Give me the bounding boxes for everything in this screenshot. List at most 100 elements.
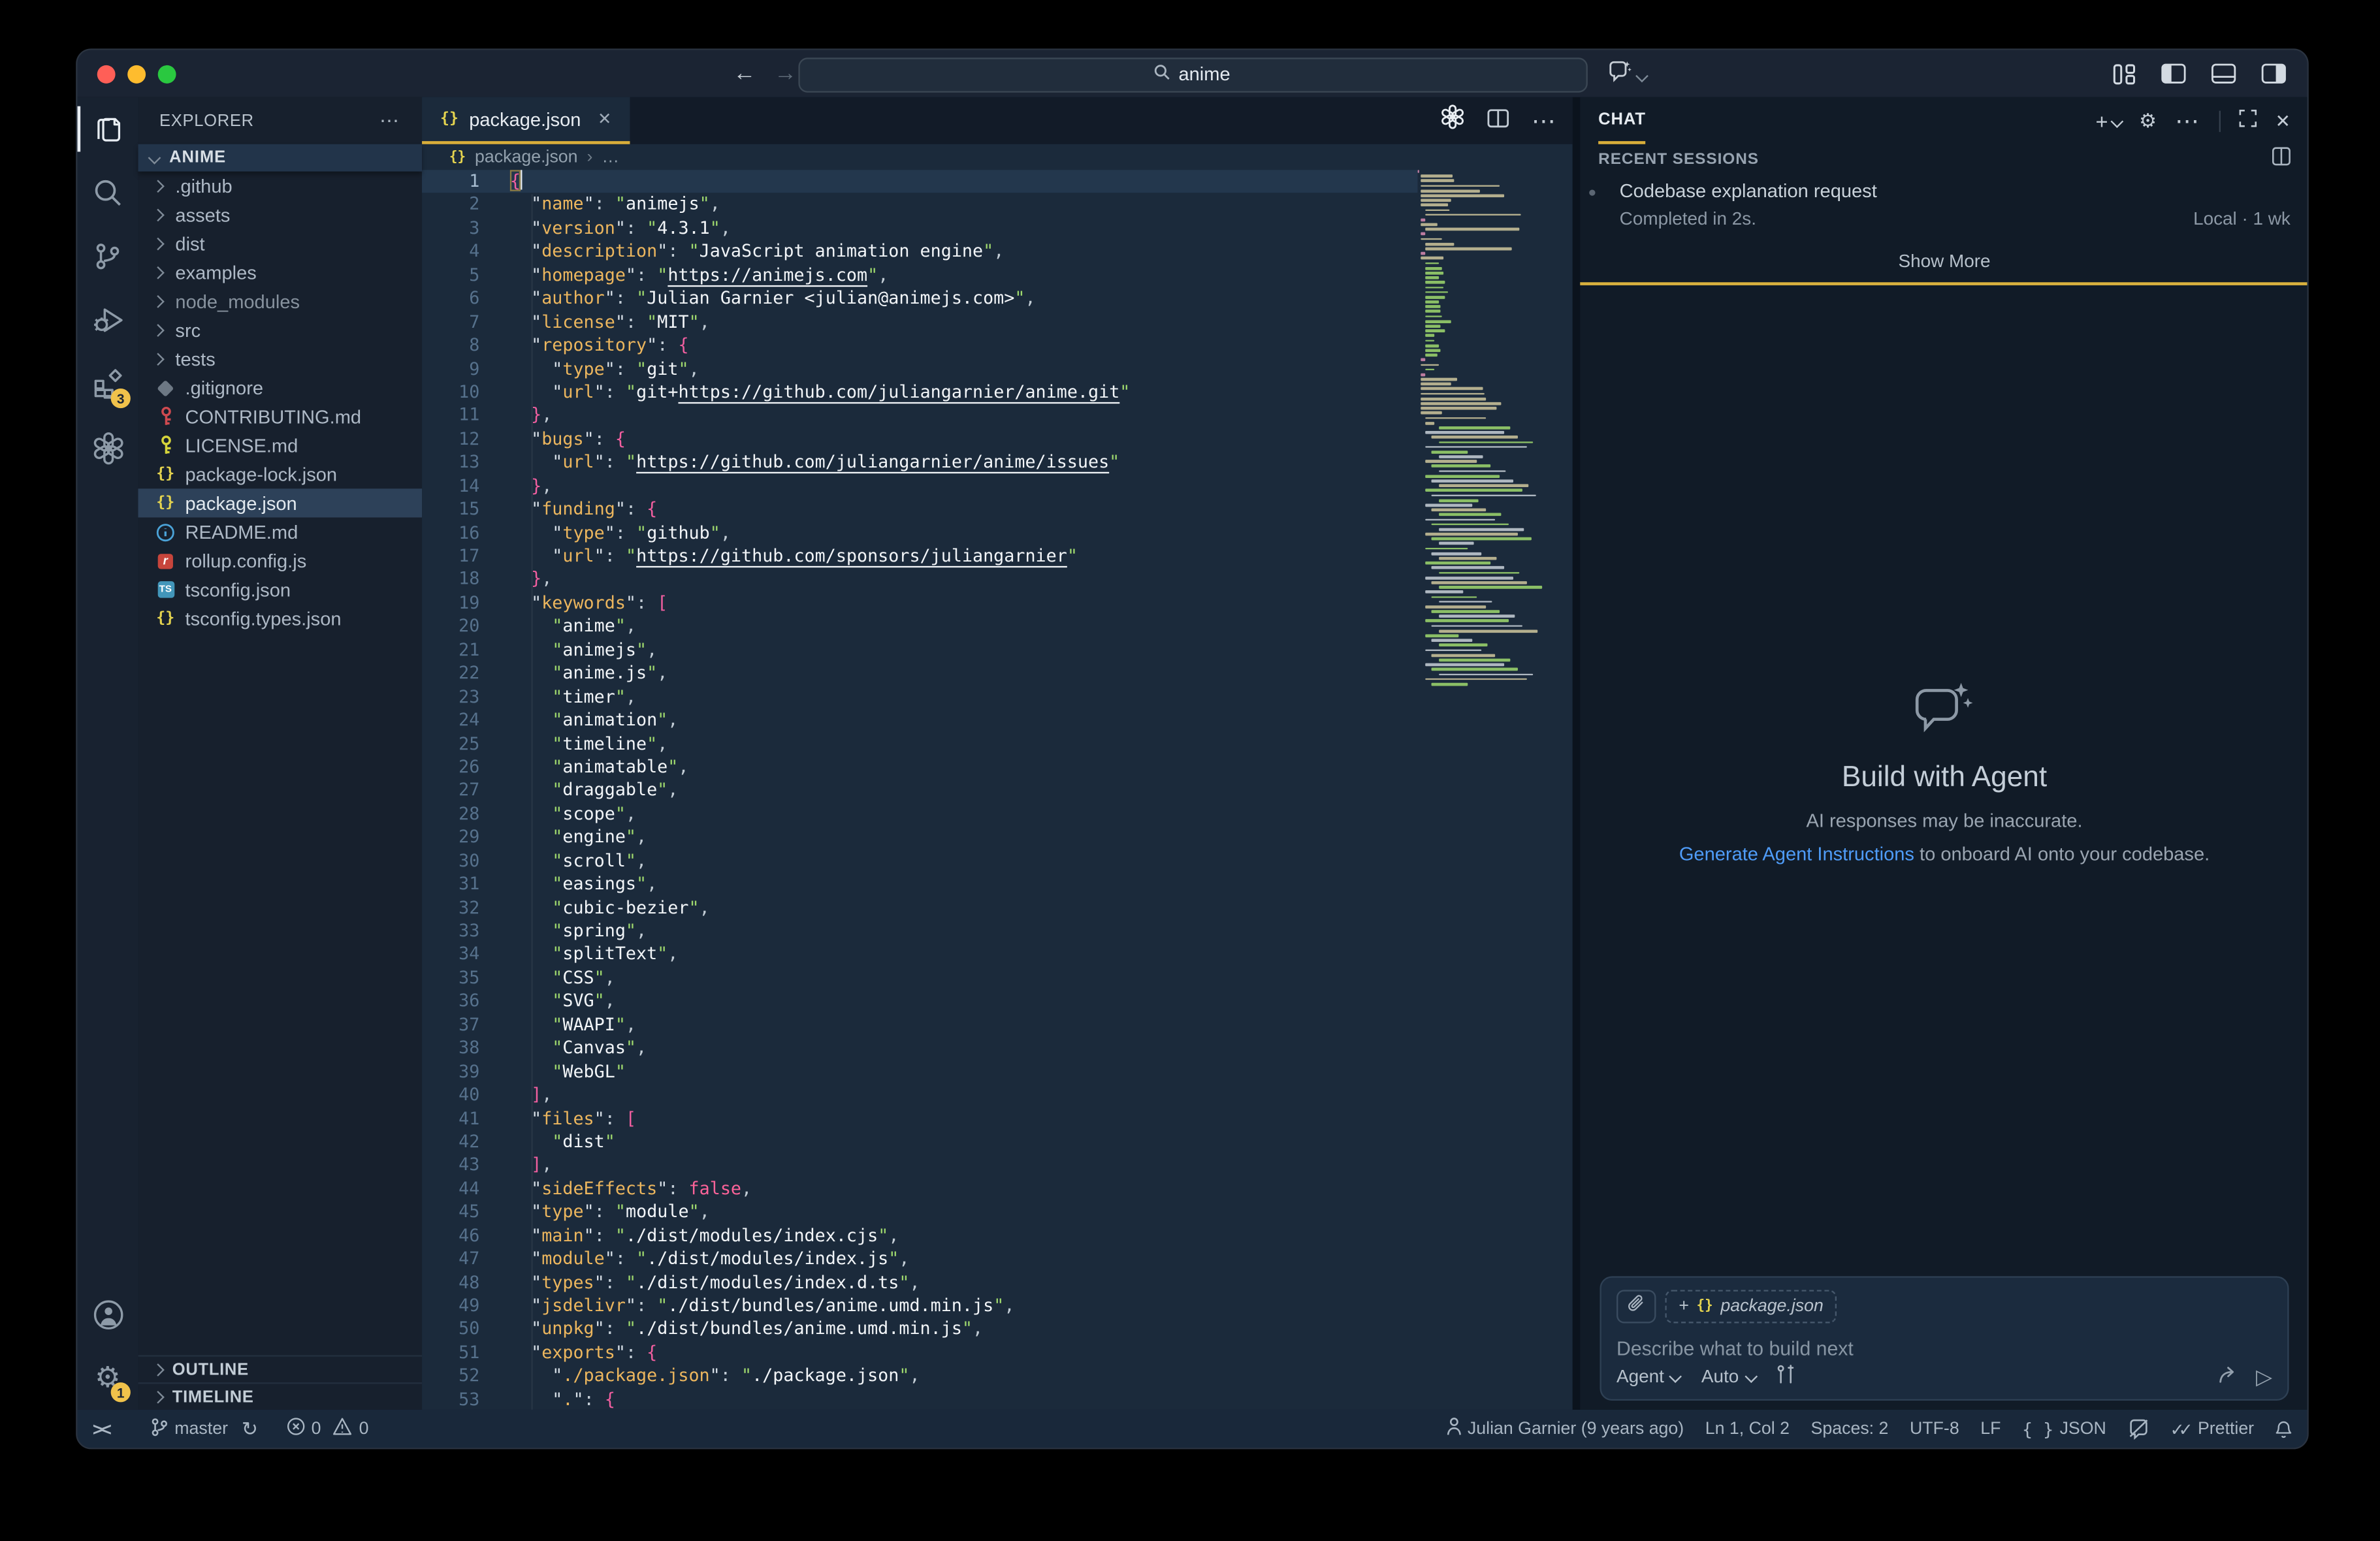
code-line[interactable]: 52 "./package.json": "./package.json", (422, 1365, 1573, 1388)
code-line[interactable]: 30 "scroll", (422, 850, 1573, 873)
minimap[interactable] (1418, 170, 1553, 1410)
tree-item-node-modules[interactable]: node_modules (138, 287, 422, 315)
tab-package-json[interactable]: {} package.json ✕ (422, 97, 630, 144)
code-line[interactable]: 22 "anime.js", (422, 662, 1573, 686)
copilot-status-icon[interactable] (2127, 1419, 2149, 1438)
code-line[interactable]: 39 "WebGL" (422, 1060, 1573, 1084)
code-line[interactable]: 29 "engine", (422, 826, 1573, 850)
tree-item-tsconfig-json[interactable]: TStsconfig.json (138, 575, 422, 604)
code-line[interactable]: 19 "keywords": [ (422, 592, 1573, 615)
tree-item-package-json[interactable]: {}package.json (138, 488, 422, 517)
maximize-panel-icon[interactable] (2239, 107, 2257, 135)
notifications-bell-icon[interactable] (2275, 1420, 2292, 1438)
code-line[interactable]: 47 "module": "./dist/modules/index.js", (422, 1248, 1573, 1271)
code-line[interactable]: 24 "animation", (422, 708, 1573, 732)
chat-input-placeholder[interactable]: Describe what to build next (1616, 1337, 2272, 1359)
send-icon[interactable]: ▷ (2256, 1366, 2272, 1388)
model-dropdown[interactable]: Auto (1701, 1366, 1755, 1388)
toggle-primary-sidebar-icon[interactable] (2161, 64, 2185, 84)
eol-sequence[interactable]: LF (1980, 1420, 2001, 1438)
tree-item-dist[interactable]: dist (138, 229, 422, 258)
code-editor[interactable]: 1{2 "name": "animejs",3 "version": "4.3.… (422, 170, 1573, 1410)
code-line[interactable]: 40 ], (422, 1083, 1573, 1107)
toggle-secondary-sidebar-icon[interactable] (2262, 64, 2286, 84)
code-line[interactable]: 5 "homepage": "https://animejs.com", (422, 264, 1573, 287)
breadcrumb-file[interactable]: package.json (475, 148, 578, 167)
activity-source-control[interactable] (78, 225, 138, 289)
generate-agent-instructions-link[interactable]: Generate Agent Instructions (1679, 844, 1914, 865)
code-line[interactable]: 16 "type": "github", (422, 521, 1573, 545)
open-sessions-icon[interactable] (2272, 146, 2291, 173)
agent-mode-dropdown[interactable]: Agent (1616, 1366, 1680, 1388)
encoding[interactable]: UTF-8 (1910, 1420, 1959, 1438)
code-line[interactable]: 26 "animatable", (422, 755, 1573, 779)
tree-item--gitignore[interactable]: .gitignore (138, 373, 422, 402)
code-line[interactable]: 2 "name": "animejs", (422, 193, 1573, 217)
code-line[interactable]: 49 "jsdelivr": "./dist/bundles/anime.umd… (422, 1294, 1573, 1318)
tree-item-examples[interactable]: examples (138, 258, 422, 287)
code-line[interactable]: 9 "type": "git", (422, 357, 1573, 381)
code-line[interactable]: 42 "dist" (422, 1130, 1573, 1154)
context-chip-package-json[interactable]: + {} package.json (1665, 1290, 1837, 1323)
breadcrumb[interactable]: {} package.json › … (422, 144, 1573, 170)
chat-input-box[interactable]: + {} package.json Describe what to build… (1600, 1276, 2289, 1401)
tree-item-contributing-md[interactable]: CONTRIBUTING.md (138, 402, 422, 431)
tree-item--github[interactable]: .github (138, 172, 422, 200)
chat-more-actions-icon[interactable]: ⋯ (2175, 106, 2201, 136)
code-line[interactable]: 25 "timeline", (422, 732, 1573, 755)
code-line[interactable]: 45 "type": "module", (422, 1201, 1573, 1224)
navigate-forward-button[interactable]: → (774, 61, 797, 87)
show-more-button[interactable]: Show More (1580, 250, 2309, 272)
session-item[interactable]: Codebase explanation request Completed i… (1580, 174, 2309, 229)
code-line[interactable]: 1{ (422, 170, 1573, 193)
activity-explorer[interactable] (78, 97, 138, 161)
code-line[interactable]: 27 "draggable", (422, 779, 1573, 802)
tree-item-assets[interactable]: assets (138, 200, 422, 229)
copilot-menu-button[interactable] (1607, 61, 1646, 91)
code-line[interactable]: 41 "files": [ (422, 1107, 1573, 1130)
problems-item[interactable]: 0 0 (287, 1418, 368, 1440)
close-tab-icon[interactable]: ✕ (598, 109, 611, 129)
attach-button[interactable] (1616, 1290, 1656, 1323)
code-line[interactable]: 43 ], (422, 1154, 1573, 1177)
zoom-window-button[interactable] (158, 65, 176, 83)
git-branch-item[interactable]: master (150, 1416, 228, 1440)
activity-run-debug[interactable] (78, 289, 138, 353)
sync-button[interactable]: ↻ (242, 1416, 258, 1440)
activity-search[interactable] (78, 161, 138, 225)
tools-icon[interactable] (1776, 1364, 1795, 1388)
cursor-position[interactable]: Ln 1, Col 2 (1705, 1420, 1790, 1438)
code-line[interactable]: 21 "animejs", (422, 639, 1573, 662)
editor-more-actions-icon[interactable]: ⋯ (1532, 106, 1558, 136)
code-line[interactable]: 12 "bugs": { (422, 428, 1573, 451)
code-line[interactable]: 32 "cubic-bezier", (422, 896, 1573, 919)
breadcrumb-symbol[interactable]: … (602, 148, 619, 167)
tree-item-tests[interactable]: tests (138, 345, 422, 373)
code-line[interactable]: 31 "easings", (422, 873, 1573, 897)
timeline-section[interactable]: TIMELINE (138, 1382, 422, 1410)
code-line[interactable]: 28 "scope", (422, 802, 1573, 826)
code-line[interactable]: 38 "Canvas", (422, 1037, 1573, 1060)
code-line[interactable]: 14 }, (422, 475, 1573, 498)
code-line[interactable]: 50 "unpkg": "./dist/bundles/anime.umd.mi… (422, 1318, 1573, 1341)
code-line[interactable]: 34 "splitText", (422, 943, 1573, 966)
navigate-back-button[interactable]: ← (733, 61, 756, 87)
code-line[interactable]: 10 "url": "git+https://github.com/julian… (422, 381, 1573, 404)
more-actions-icon[interactable]: ⋯ (379, 108, 401, 133)
tree-item-tsconfig-types-json[interactable]: {}tsconfig.types.json (138, 604, 422, 633)
forward-arrow-icon[interactable] (2218, 1364, 2238, 1388)
language-mode[interactable]: { } JSON (2022, 1418, 2106, 1440)
code-line[interactable]: 17 "url": "https://github.com/sponsors/j… (422, 545, 1573, 568)
chat-settings-icon[interactable]: ⚙ (2139, 108, 2157, 133)
close-panel-icon[interactable]: ✕ (2275, 110, 2291, 131)
code-line[interactable]: 33 "spring", (422, 919, 1573, 943)
tree-item-rollup-config-js[interactable]: rrollup.config.js (138, 547, 422, 575)
code-line[interactable]: 46 "main": "./dist/modules/index.cjs", (422, 1224, 1573, 1248)
code-line[interactable]: 18 }, (422, 568, 1573, 592)
openai-icon[interactable] (1440, 104, 1464, 136)
indentation[interactable]: Spaces: 2 (1811, 1420, 1889, 1438)
code-line[interactable]: 35 "CSS", (422, 966, 1573, 990)
code-line[interactable]: 51 "exports": { (422, 1341, 1573, 1365)
tree-item-src[interactable]: src (138, 315, 422, 344)
code-line[interactable]: 7 "license": "MIT", (422, 311, 1573, 334)
